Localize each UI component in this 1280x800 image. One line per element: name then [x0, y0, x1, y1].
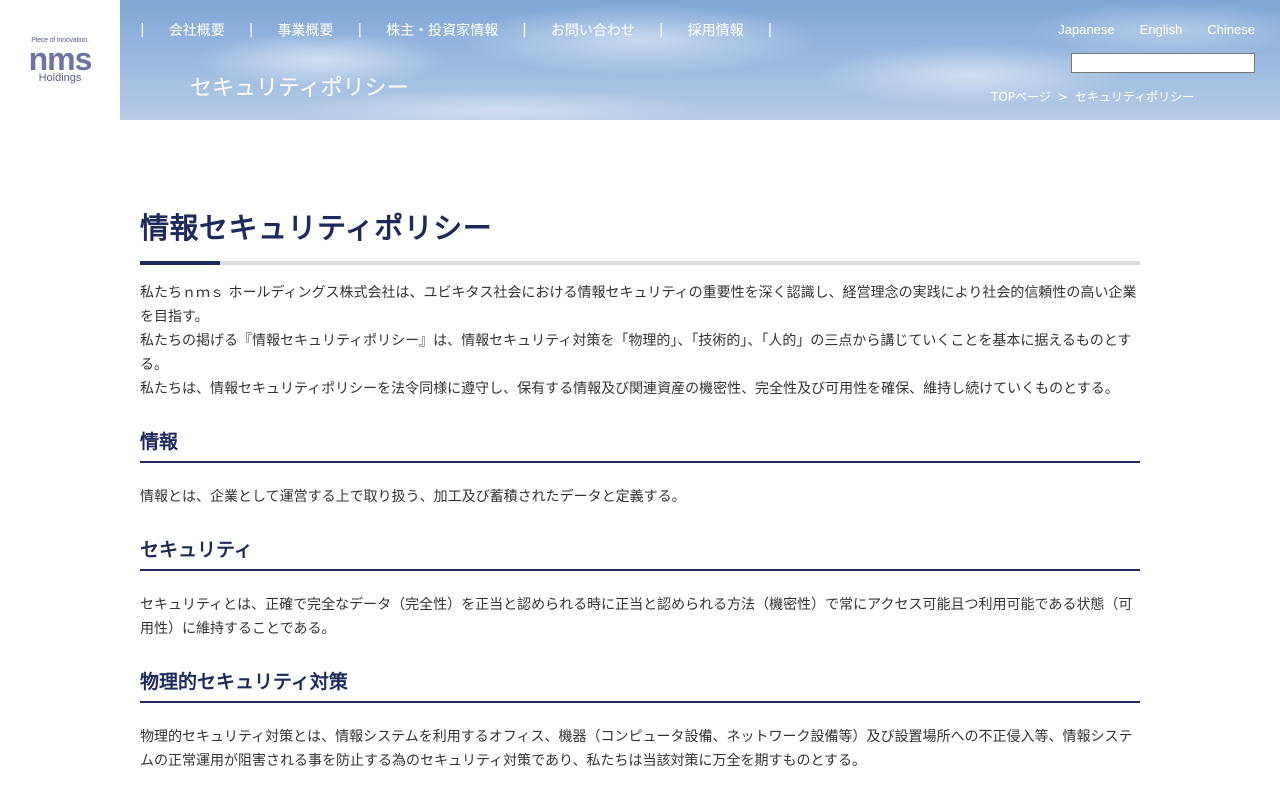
page-title: 情報セキュリティポリシー [140, 211, 493, 245]
nav-contact[interactable]: お問い合わせ [551, 20, 635, 40]
intro-paragraph: 私たちｎｍｓ ホールディングス株式会社は、ユビキタス社会における情報セキュリティ… [140, 285, 1137, 325]
nav-business[interactable]: 事業概要 [277, 20, 333, 40]
page-heading: セキュリティポリシー [190, 76, 409, 101]
intro-paragraph: 私たちは、情報セキュリティポリシーを法令同様に遵守し、保有する情報及び関連資産の… [140, 381, 1119, 397]
breadcrumb-home[interactable]: TOPページ [991, 90, 1051, 104]
breadcrumb: TOPページ > セキュリティポリシー [991, 88, 1194, 105]
section-body-information: 情報とは、企業として運営する上で取り扱う、加工及び蓄積されたデータと定義する。 [140, 489, 686, 505]
site-header: Piece of Innovation. nms Holdings | 会社概要… [0, 0, 1280, 120]
main-nav: | 会社概要 | 事業概要 | 株主・投資家情報 | お問い合わせ | 採用情報… [140, 20, 773, 40]
intro-text: 私たちｎｍｓ ホールディングス株式会社は、ユビキタス社会における情報セキュリティ… [140, 281, 1140, 401]
main-content: 情報セキュリティポリシー 私たちｎｍｓ ホールディングス株式会社は、ユビキタス社… [140, 205, 1140, 773]
section-body-physical-security: 物理的セキュリティ対策とは、情報システムを利用するオフィス、機器（コンピュータ設… [140, 729, 1133, 769]
logo[interactable]: Piece of Innovation. nms Holdings [0, 0, 120, 120]
logo-main: nms [28, 40, 93, 77]
lang-english[interactable]: English [1140, 22, 1183, 37]
lang-japanese[interactable]: Japanese [1058, 22, 1114, 37]
section-heading-security: セキュリティ [140, 535, 1140, 571]
nav-ir[interactable]: 株主・投資家情報 [386, 20, 498, 40]
language-switcher: Japanese English Chinese [1058, 22, 1255, 37]
section-heading-information: 情報 [140, 427, 1140, 463]
section-body-security: セキュリティとは、正確で完全なデータ（完全性）を正当と認められる時に正当と認めら… [140, 597, 1133, 637]
lang-chinese[interactable]: Chinese [1207, 22, 1255, 37]
breadcrumb-separator: > [1057, 90, 1068, 104]
logo-sub: Holdings [38, 71, 82, 84]
section-heading-physical-security: 物理的セキュリティ対策 [140, 667, 1140, 703]
nav-company[interactable]: 会社概要 [169, 20, 225, 40]
breadcrumb-current: セキュリティポリシー [1074, 90, 1195, 104]
search-input[interactable] [1071, 53, 1255, 73]
nav-recruit[interactable]: 採用情報 [688, 20, 744, 40]
intro-paragraph: 私たちの掲げる『情報セキュリティポリシー』は、情報セキュリティ対策を「物理的」、… [140, 333, 1132, 373]
title-underline [140, 261, 1140, 265]
